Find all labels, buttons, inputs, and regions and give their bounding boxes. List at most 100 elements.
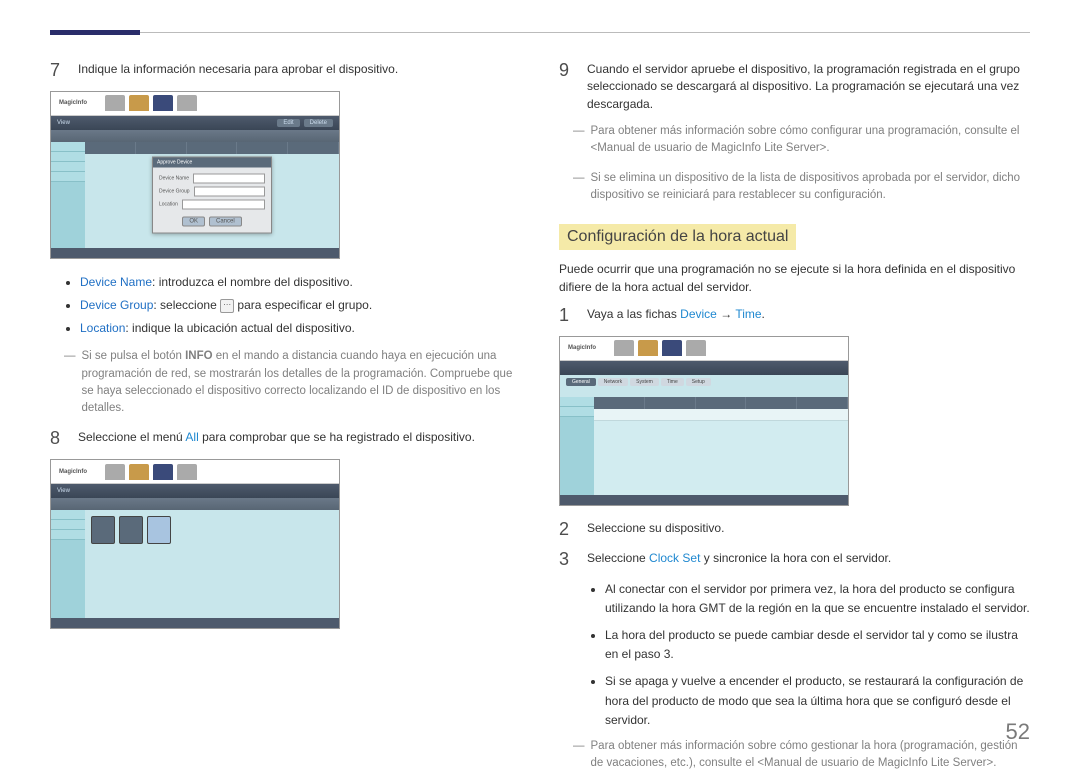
step-text: Cuando el servidor apruebe el dispositiv… (587, 61, 1030, 113)
time-bullet-2: La hora del producto se puede cambiar de… (605, 626, 1030, 664)
heading-time-config: Configuración de la hora actual (559, 224, 796, 250)
step3-pre: Seleccione (587, 551, 649, 565)
ss2-device-icon (147, 516, 171, 544)
ss3-top-tabs (614, 340, 706, 356)
ss1-logo: MagicInfo (59, 100, 87, 106)
bullet-device-group: Device Group: seleccione ⋯ para especifi… (80, 296, 521, 315)
label-location: Location (80, 321, 125, 335)
bullet-location: Location: indique la ubicación actual de… (80, 319, 521, 338)
dash-icon: ― (573, 738, 585, 773)
step-number: 8 (50, 429, 66, 449)
dash-icon: ― (64, 348, 76, 417)
ss3-pill-tabs: General Network System Time Setup (560, 375, 848, 389)
step-number: 7 (50, 61, 66, 81)
ss1-dlg-label: Device Group (159, 188, 190, 194)
step-text: Seleccione el menú All para comprobar qu… (78, 429, 521, 449)
screenshot-device-time: MagicInfo General Network System Time Se… (559, 336, 849, 506)
text-a: : seleccione (153, 298, 220, 312)
ss2-top-tabs (105, 464, 197, 480)
ss1-top-tabs (105, 95, 197, 111)
step3-clock: Clock Set (649, 551, 700, 565)
step-text: Seleccione Clock Set y sincronice la hor… (587, 550, 1030, 570)
ss2-footer (51, 618, 339, 628)
note-pre: Si se pulsa el botón (82, 350, 186, 362)
two-column-layout: 7 Indique la información necesaria para … (50, 61, 1030, 784)
step-text: Seleccione su dispositivo. (587, 520, 1030, 540)
dash-note-info: ― Si se pulsa el botón INFO en el mando … (64, 348, 521, 417)
dash-note-delete: ― Si se elimina un dispositivo de la lis… (573, 170, 1030, 205)
ss1-tab-icon (177, 95, 197, 111)
right-column: 9 Cuando el servidor apruebe el disposit… (559, 61, 1030, 784)
ss2-device-icons (85, 510, 339, 550)
page-number: 52 (1006, 719, 1030, 745)
ss3-pill: Time (661, 378, 684, 386)
dash-note-body: Si se elimina un dispositivo de la lista… (591, 170, 1031, 205)
step-8: 8 Seleccione el menú All para comprobar … (50, 429, 521, 449)
ss2-body (85, 510, 339, 618)
ss2-subbar (51, 498, 339, 510)
step-3: 3 Seleccione Clock Set y sincronice la h… (559, 550, 1030, 570)
screenshot-approve-dialog: MagicInfo View Edit Delete (50, 91, 340, 259)
dash-note-body: Si se pulsa el botón INFO en el mando a … (82, 348, 522, 417)
step1-post: . (762, 307, 765, 321)
page-top-rule (50, 32, 1030, 33)
ss2-sidebar (51, 510, 85, 618)
text: : introduzca el nombre del dispositivo. (152, 275, 353, 289)
step8-pre: Seleccione el menú (78, 430, 185, 444)
step8-post: para comprobar que se ha registrado el d… (199, 430, 475, 444)
step-2: 2 Seleccione su dispositivo. (559, 520, 1030, 540)
dash-icon: ― (573, 170, 585, 205)
ss1-btn: Edit (277, 119, 299, 127)
bullet-device-name: Device Name: introduzca el nombre del di… (80, 273, 521, 292)
ss1-header: MagicInfo (51, 92, 339, 116)
screenshot-all-view: MagicInfo View (50, 459, 340, 629)
ss1-tab-icon (129, 95, 149, 111)
step-1: 1 Vaya a las fichas Device → Time. (559, 306, 1030, 326)
ss1-dlg-input (193, 173, 265, 183)
step-number: 2 (559, 520, 575, 540)
step-9: 9 Cuando el servidor apruebe el disposit… (559, 61, 1030, 113)
ss1-dlg-label: Device Name (159, 175, 189, 181)
ss3-pill: System (630, 378, 659, 386)
step-text: Indique la información necesaria para ap… (78, 61, 521, 81)
ss3-logo: MagicInfo (568, 345, 596, 351)
ss3-col-headers (594, 397, 848, 409)
ss1-btn: Delete (304, 119, 333, 127)
ss3-pill: Setup (686, 378, 711, 386)
ss1-subbar (51, 130, 339, 142)
ss1-dialog-title: Approve Device (153, 157, 271, 167)
left-column: 7 Indique la información necesaria para … (50, 61, 521, 784)
step-number: 3 (559, 550, 575, 570)
ss1-col-headers (85, 142, 339, 154)
ss3-pill: Network (598, 378, 628, 386)
step-7: 7 Indique la información necesaria para … (50, 61, 521, 81)
step1-device: Device (680, 307, 717, 321)
dash-note-manual2: ― Para obtener más información sobre cóm… (573, 738, 1030, 773)
ss2-toolbar: View (51, 484, 339, 498)
ss3-toolbar (560, 361, 848, 375)
ss2-logo: MagicInfo (59, 469, 87, 475)
step1-pre: Vaya a las fichas (587, 307, 680, 321)
ss1-dlg-cancel: Cancel (209, 216, 242, 226)
ss3-header: MagicInfo (560, 337, 848, 361)
ss1-sidebar (51, 142, 85, 248)
ss1-toolbar: View Edit Delete (51, 116, 339, 130)
dash-note-body: Para obtener más información sobre cómo … (591, 123, 1031, 158)
page-accent-bar (50, 30, 140, 35)
dash-icon: ― (573, 123, 585, 158)
ss1-dlg-input (182, 199, 265, 209)
label-device-name: Device Name (80, 275, 152, 289)
step-number: 1 (559, 306, 575, 326)
note-info: INFO (185, 350, 212, 362)
ss1-view-label: View (57, 120, 70, 126)
ss1-dialog: Approve Device Device Name Device Group … (152, 156, 272, 233)
ss1-tab-icon (105, 95, 125, 111)
ss1-tab-icon (153, 95, 173, 111)
step3-post: y sincronice la hora con el servidor. (700, 551, 891, 565)
dash-note-manual1: ― Para obtener más información sobre cóm… (573, 123, 1030, 158)
time-bullet-1: Al conectar con el servidor por primera … (605, 580, 1030, 618)
ss2-view-label: View (57, 488, 70, 494)
step-number: 9 (559, 61, 575, 113)
step8-all: All (185, 430, 198, 444)
ss2-device-icon (91, 516, 115, 544)
